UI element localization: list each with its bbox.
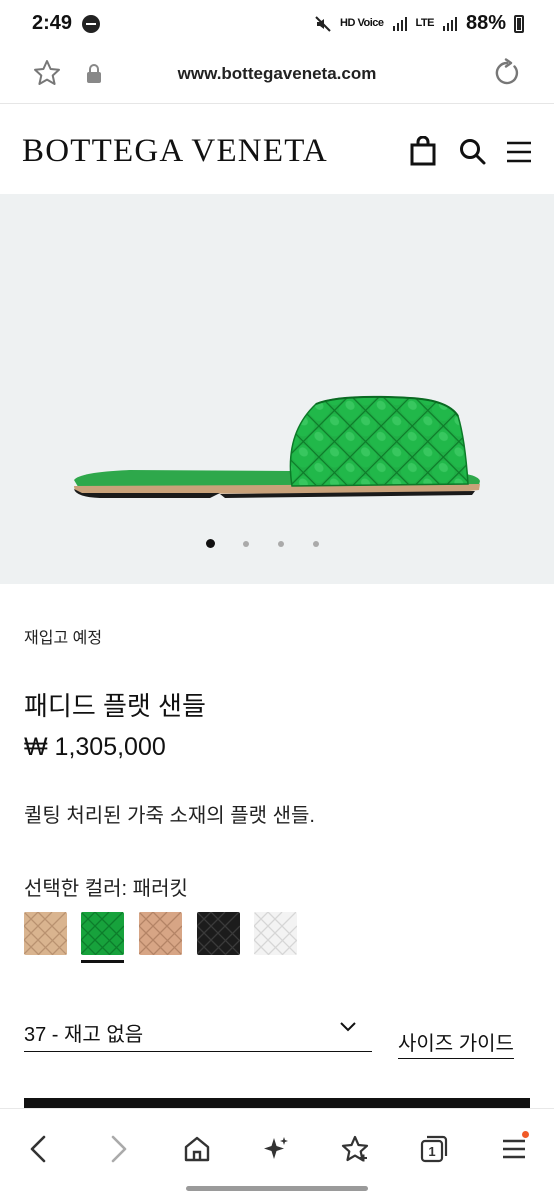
product-price: ₩ 1,305,000 [24,733,166,761]
product-sandal-image [74,395,480,498]
tabs-icon: 1 [420,1135,448,1163]
tabs-button[interactable]: 1 [414,1129,454,1169]
carousel-indicator [0,538,554,550]
lte-indicator: LTE [415,17,435,29]
chevron-down-icon [340,1022,356,1032]
ai-assistant-button[interactable] [256,1129,296,1169]
swatch-black[interactable] [197,912,240,955]
size-guide-link[interactable]: 사이즈 가이드 [398,1027,514,1059]
sparkle-icon [264,1137,288,1159]
url-text[interactable]: www.bottegaveneta.com [0,64,554,84]
home-button[interactable] [177,1129,217,1169]
carousel-dot-1[interactable] [206,539,215,548]
dnd-icon [82,15,100,33]
forward-icon [111,1135,127,1163]
menu-icon[interactable] [506,140,532,164]
signal-icon [392,16,407,31]
browser-menu-button[interactable] [494,1129,534,1169]
brand-logo[interactable]: BOTTEGA VENETA [22,133,328,170]
size-value: 37 - 재고 없음 [24,1024,144,1046]
product-image-carousel[interactable] [0,194,554,584]
selected-swatch-underline [81,960,124,963]
product-description: 퀼팅 처리된 가죽 소재의 플랫 샌들. [24,805,315,827]
bag-icon[interactable] [410,136,436,166]
browser-url-bar: www.bottegaveneta.com [0,48,554,104]
signal-icon-2 [442,16,457,31]
battery-percent: 88% [465,12,506,34]
size-select[interactable]: 37 - 재고 없음 [24,1010,372,1052]
status-bar: 2:49 HD Voice LTE 88% [0,0,554,48]
color-swatches [24,912,324,964]
reload-icon[interactable] [492,58,522,88]
svg-text:1: 1 [428,1144,435,1159]
menu-icon [503,1139,525,1159]
restock-notice: 재입고 예정 [24,630,103,647]
status-time: 2:49 [32,12,73,34]
bookmark-star-icon [341,1135,369,1162]
forward-button[interactable] [99,1129,139,1169]
hd-voice-indicator: HD Voice [340,17,384,29]
carousel-dot-2[interactable] [243,541,249,547]
swatch-parakeet[interactable] [81,912,124,955]
battery-icon [514,14,524,33]
notification-dot [522,1131,529,1138]
home-indicator[interactable] [186,1186,368,1191]
back-icon [30,1135,46,1163]
mute-icon [315,15,331,32]
back-button[interactable] [18,1129,58,1169]
status-indicators: HD Voice LTE 88% [314,12,524,35]
carousel-dot-4[interactable] [313,541,319,547]
bookmarks-button[interactable] [335,1129,375,1169]
carousel-dot-3[interactable] [278,541,284,547]
site-header: BOTTEGA VENETA [0,106,554,194]
product-title: 패디드 플랫 샌들 [24,691,206,721]
swatch-tan[interactable] [139,912,182,955]
search-icon[interactable] [459,138,487,166]
home-icon [184,1136,210,1162]
swatch-beige[interactable] [24,912,67,955]
swatch-white[interactable] [254,912,297,955]
selected-color-label: 선택한 컬러: 패러킷 [24,878,188,900]
